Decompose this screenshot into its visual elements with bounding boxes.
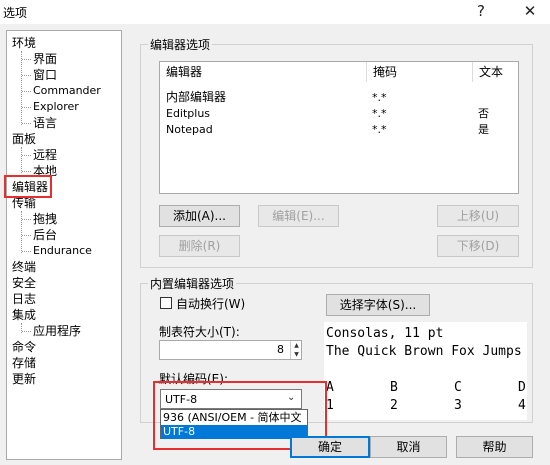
editors-group-label: 编辑器选项 (148, 36, 213, 53)
cancel-button[interactable]: 取消 (370, 436, 447, 458)
tree-line (22, 75, 31, 76)
tree-item-endurance[interactable]: Endurance (33, 243, 92, 259)
ok-button[interactable]: 确定 (290, 436, 370, 458)
editor-row-name[interactable]: Notepad (166, 122, 213, 137)
editor-row-mask: *.* (372, 91, 387, 104)
tree-item-security[interactable]: 安全 (12, 275, 36, 291)
preview-header-b: B (390, 380, 398, 395)
editors-list[interactable]: 编辑器 掩码 文本 内部编辑器 *.* Editplus *.* 否 Notep… (159, 61, 519, 194)
tree-item-commander[interactable]: Commander (33, 83, 101, 99)
tab-size-value[interactable]: 8 (277, 343, 284, 356)
column-header-mask[interactable]: 掩码 (367, 62, 473, 82)
tree-item-language[interactable]: 语言 (33, 115, 57, 131)
preview-header-a: A (326, 380, 334, 395)
font-preview-sample: The Quick Brown Fox Jumps (326, 344, 522, 359)
tree-line (22, 59, 31, 60)
spin-arrows-icon[interactable]: ▲ ▼ (290, 341, 302, 359)
tree-item-storage[interactable]: 存储 (12, 355, 36, 371)
preview-header-d: D (518, 380, 526, 395)
help-button[interactable]: 帮助 (456, 436, 533, 458)
word-wrap-label[interactable]: 自动换行(W) (176, 295, 245, 312)
editor-row-name[interactable]: Editplus (166, 106, 210, 121)
column-header-editor[interactable]: 编辑器 (160, 62, 367, 82)
tree-line (22, 219, 31, 220)
column-header-text[interactable]: 文本 (473, 62, 519, 82)
preview-header-c: C (454, 380, 462, 395)
edit-editor-button[interactable]: 编辑(E)... (258, 205, 339, 227)
annotation-highlight-editor (4, 175, 52, 198)
tree-item-interface[interactable]: 界面 (33, 51, 57, 67)
tree-item-terminal[interactable]: 终端 (12, 259, 36, 275)
preview-value-1: 1 (326, 398, 334, 413)
editor-row-mask: *.* (372, 123, 387, 136)
tree-item-explorer[interactable]: Explorer (33, 99, 79, 115)
delete-editor-button[interactable]: 删除(R) (159, 235, 240, 257)
tree-line (22, 107, 31, 108)
tree-line (21, 51, 22, 125)
editor-row-text: 否 (478, 107, 489, 120)
options-tree: 环境 界面 窗口 Commander Explorer 语言 面板 远程 本地 … (6, 30, 122, 460)
help-icon[interactable]: ? (470, 1, 492, 21)
editor-row-mask: *.* (372, 107, 387, 120)
tree-item-logging[interactable]: 日志 (12, 291, 36, 307)
window-title: 选项 (3, 6, 28, 20)
tree-item-background[interactable]: 后台 (33, 227, 57, 243)
tree-line (22, 251, 31, 252)
tree-item-integration[interactable]: 集成 (12, 307, 36, 323)
add-editor-button[interactable]: 添加(A)... (159, 205, 240, 227)
tree-item-window[interactable]: 窗口 (33, 67, 57, 83)
tree-item-environment[interactable]: 环境 (12, 35, 36, 51)
internal-editor-group-label: 内置编辑器选项 (148, 275, 237, 292)
tree-item-remote[interactable]: 远程 (33, 147, 57, 163)
editor-row-text: 是 (478, 123, 489, 136)
tree-line (22, 91, 31, 92)
preview-value-3: 3 (454, 398, 462, 413)
tab-size-label: 制表符大小(T): (159, 325, 240, 339)
tree-line (22, 155, 31, 156)
tree-line (21, 211, 22, 253)
tree-item-commands[interactable]: 命令 (12, 339, 36, 355)
tree-item-applications[interactable]: 应用程序 (33, 323, 81, 339)
tree-item-panel[interactable]: 面板 (12, 131, 36, 147)
tree-line (21, 147, 22, 173)
move-down-button[interactable]: 下移(D) (437, 235, 519, 257)
tree-line (22, 235, 31, 236)
tree-line (22, 331, 31, 332)
preview-value-2: 2 (390, 398, 398, 413)
word-wrap-checkbox[interactable] (160, 297, 172, 309)
font-preview: Consolas, 11 pt The Quick Brown Fox Jump… (324, 322, 527, 420)
tree-item-updates[interactable]: 更新 (12, 371, 36, 387)
select-font-button[interactable]: 选择字体(S)... (326, 294, 430, 316)
tree-line (22, 171, 31, 172)
close-icon[interactable]: ✕ (519, 1, 541, 21)
preview-value-4: 4 (518, 398, 526, 413)
tree-line (22, 123, 31, 124)
title-bar (0, 0, 550, 24)
font-preview-name: Consolas, 11 pt (326, 326, 444, 341)
editor-row-name[interactable]: 内部编辑器 (166, 90, 226, 105)
move-up-button[interactable]: 上移(U) (437, 205, 519, 227)
tree-item-drag[interactable]: 拖拽 (33, 211, 57, 227)
